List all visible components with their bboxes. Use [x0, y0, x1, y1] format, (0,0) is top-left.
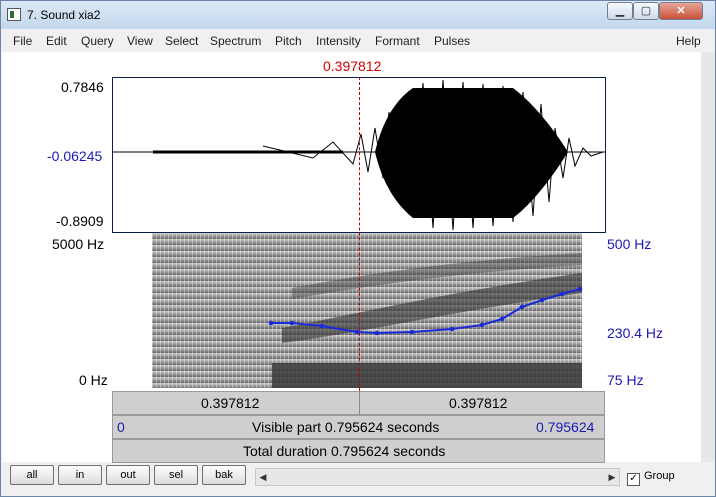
menu-query[interactable]: Query [81, 34, 114, 48]
pitch-min-label: 75 Hz [607, 372, 644, 388]
visible-end-time: 0.795624 [536, 419, 595, 435]
maximize-button[interactable]: ▢ [633, 2, 659, 20]
all-button[interactable]: all [10, 465, 54, 485]
menu-intensity[interactable]: Intensity [316, 34, 361, 48]
right-segment-time[interactable]: 0.397812 [449, 395, 507, 411]
left-segment-time[interactable]: 0.397812 [201, 395, 259, 411]
window-title: 7. Sound xia2 [27, 8, 101, 22]
menu-spectrum[interactable]: Spectrum [210, 34, 261, 48]
time-cursor[interactable] [359, 77, 360, 391]
zoom-in-button[interactable]: in [58, 465, 102, 485]
waveform-ycursor-label: -0.06245 [47, 148, 103, 164]
total-duration-bar[interactable]: Total duration 0.795624 seconds [112, 439, 605, 463]
waveform-ymax-label: 0.7846 [61, 79, 104, 95]
pitch-mid-label: 230.4 Hz [607, 325, 664, 341]
menu-bar: File Edit Query View Select Spectrum Pit… [2, 30, 715, 53]
cursor-time-label: 0.397812 [323, 58, 382, 74]
app-icon [7, 8, 21, 21]
minimize-button[interactable]: ▁ [607, 2, 633, 20]
visible-part-label: Visible part 0.795624 seconds [252, 419, 440, 435]
waveform-envelope [375, 88, 568, 218]
menu-help[interactable]: Help [676, 34, 701, 48]
vertical-scrollbar[interactable] [701, 52, 715, 462]
bottom-toolbar: all in out sel bak ◀ ▶ ✓ Group [2, 463, 715, 496]
bar-divider [359, 392, 360, 414]
zoom-out-button[interactable]: out [106, 465, 150, 485]
praat-sound-window: 7. Sound xia2 ▁ ▢ ✕ File Edit Query View… [0, 0, 716, 497]
menu-view[interactable]: View [127, 34, 153, 48]
menu-file[interactable]: File [13, 34, 32, 48]
menu-edit[interactable]: Edit [46, 34, 67, 48]
menu-pulses[interactable]: Pulses [434, 34, 470, 48]
cursor-time-bar[interactable]: 0.397812 0.397812 [112, 391, 605, 415]
zoom-back-button[interactable]: bak [202, 465, 246, 485]
waveform-ymin-label: -0.8909 [56, 213, 104, 229]
group-toggle[interactable]: ✓ Group [627, 470, 675, 486]
visible-start-time: 0 [117, 419, 125, 435]
spectrogram-freq-max-label: 5000 Hz [52, 236, 105, 252]
total-duration-label: Total duration 0.795624 seconds [243, 443, 446, 459]
formant-band-low [272, 363, 582, 388]
visible-part-bar[interactable]: 0 Visible part 0.795624 seconds 0.795624 [112, 415, 605, 439]
menu-pitch[interactable]: Pitch [275, 34, 302, 48]
group-checkbox[interactable]: ✓ [627, 473, 640, 486]
zoom-selection-button[interactable]: sel [154, 465, 198, 485]
spectrogram-freq-min-label: 0 Hz [79, 372, 108, 388]
pitch-max-label: 500 Hz [607, 236, 652, 252]
scroll-left-arrow-icon[interactable]: ◀ [256, 469, 270, 485]
close-button[interactable]: ✕ [659, 2, 703, 20]
menu-formant[interactable]: Formant [375, 34, 420, 48]
horizontal-scrollbar[interactable]: ◀ ▶ [255, 468, 620, 486]
scroll-right-arrow-icon[interactable]: ▶ [605, 469, 619, 485]
menu-select[interactable]: Select [165, 34, 198, 48]
group-label: Group [644, 470, 675, 482]
title-bar[interactable]: 7. Sound xia2 ▁ ▢ ✕ [1, 1, 715, 29]
